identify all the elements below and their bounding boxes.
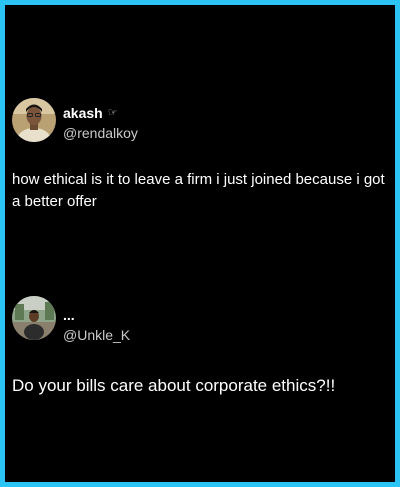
tweet-text: Do your bills care about corporate ethic… (12, 376, 336, 395)
avatar-unkle-k[interactable] (12, 296, 56, 340)
author-name-row: ... (63, 307, 75, 323)
avatar-akash[interactable] (12, 98, 56, 142)
author-name-row: akash ☞ (63, 105, 118, 121)
author-display-name[interactable]: akash (63, 105, 103, 121)
tweet-text: how ethical is it to leave a firm i just… (12, 171, 385, 210)
author-handle[interactable]: @rendalkoy (63, 125, 138, 141)
author-handle[interactable]: @Unkle_K (63, 327, 130, 343)
post-frame: akash ☞ @rendalkoy how ethical is it to … (0, 0, 400, 487)
pointing-hand-icon: ☞ (107, 107, 118, 119)
author-display-name[interactable]: ... (63, 307, 75, 323)
